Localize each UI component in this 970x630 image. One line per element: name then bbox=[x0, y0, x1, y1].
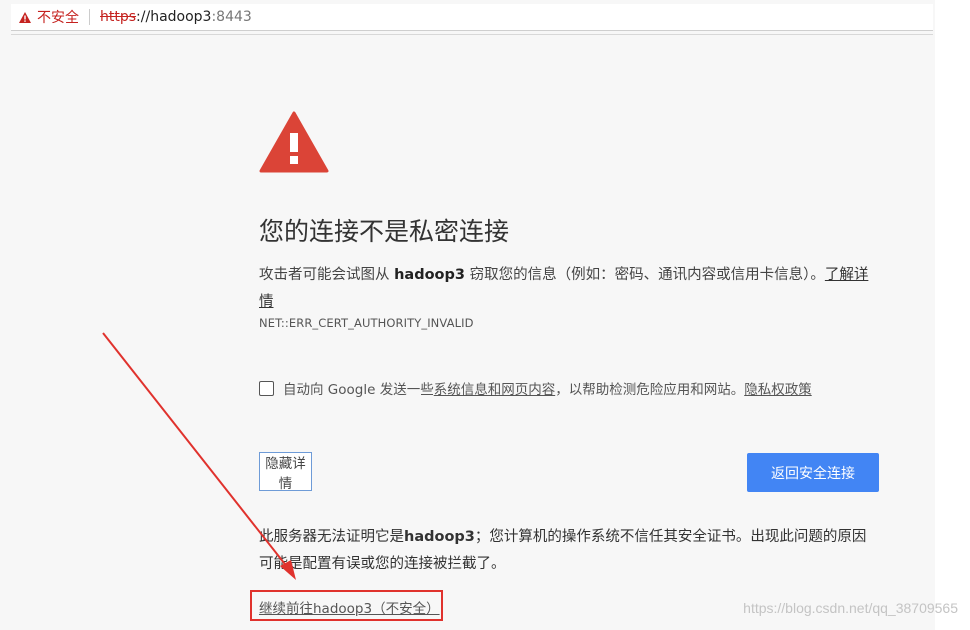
url-port: :8443 bbox=[211, 9, 252, 25]
back-to-safety-button[interactable]: 返回安全连接 bbox=[747, 453, 879, 492]
annotation-highlight-box bbox=[250, 590, 443, 621]
privacy-policy-link[interactable]: 隐私权政策 bbox=[744, 382, 812, 398]
optin-text: 自动向 Google 发送一些系统信息和网页内容，以帮助检测危险应用和网站。隐私… bbox=[283, 378, 812, 398]
toolbar-divider bbox=[11, 34, 933, 35]
main-message-host: hadoop3 bbox=[394, 267, 465, 283]
window-edge bbox=[935, 0, 970, 630]
url-host: hadoop3 bbox=[150, 9, 212, 25]
safe-browsing-optin: 自动向 Google 发送一些系统信息和网页内容，以帮助检测危险应用和网站。隐私… bbox=[259, 378, 899, 398]
warning-icon bbox=[19, 11, 31, 23]
address-divider bbox=[89, 9, 90, 25]
watermark: https://blog.csdn.net/qq_38709565 bbox=[743, 600, 958, 616]
address-bar[interactable]: 不安全 https://hadoop3:8443 bbox=[11, 4, 933, 31]
security-status[interactable]: 不安全 bbox=[37, 7, 79, 27]
page-title: 您的连接不是私密连接 bbox=[259, 217, 510, 246]
details-text: 此服务器无法证明它是 bbox=[259, 529, 404, 545]
optin-prefix: 自动向 Google 发送一些 bbox=[283, 382, 434, 398]
system-info-link[interactable]: 系统信息和网页内容 bbox=[434, 382, 556, 398]
details-host: hadoop3 bbox=[404, 529, 475, 545]
hide-details-button[interactable]: 隐藏详情 bbox=[259, 452, 312, 492]
warning-triangle-icon bbox=[259, 111, 329, 173]
optin-middle: ，以帮助检测危险应用和网站。 bbox=[555, 382, 745, 398]
main-message-text-2: 窃取您的信息（例如：密码、通讯内容或信用卡信息）。 bbox=[465, 267, 825, 283]
error-code: NET::ERR_CERT_AUTHORITY_INVALID bbox=[259, 316, 474, 330]
main-message: 攻击者可能会试图从 hadoop3 窃取您的信息（例如：密码、通讯内容或信用卡信… bbox=[259, 262, 879, 316]
url-protocol: https bbox=[100, 9, 137, 25]
main-message-text: 攻击者可能会试图从 bbox=[259, 267, 395, 283]
optin-checkbox[interactable] bbox=[259, 380, 274, 396]
url-separator: :// bbox=[136, 9, 151, 25]
url-text[interactable]: https://hadoop3:8443 bbox=[100, 9, 252, 25]
details-message: 此服务器无法证明它是hadoop3；您计算机的操作系统不信任其安全证书。出现此问… bbox=[259, 524, 879, 578]
